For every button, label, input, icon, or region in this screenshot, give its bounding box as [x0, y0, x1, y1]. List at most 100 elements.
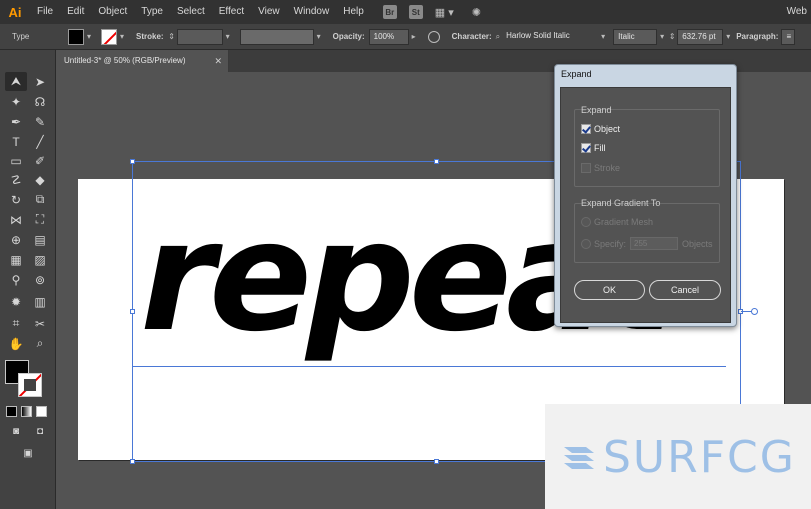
fill-checkbox[interactable]: Fill: [581, 143, 606, 153]
resize-handle[interactable]: [434, 459, 439, 464]
fill-swatch[interactable]: [68, 28, 84, 45]
bridge-button[interactable]: Br: [382, 5, 397, 19]
menu-effect[interactable]: Effect: [212, 0, 251, 24]
checkbox-checked-icon[interactable]: [581, 143, 591, 153]
cancel-button[interactable]: Cancel: [649, 280, 721, 300]
selection-type-label: Type: [12, 32, 30, 41]
font-family-field[interactable]: Harlow Solid Italic: [502, 28, 599, 45]
character-label[interactable]: Character:: [452, 32, 492, 41]
width-icon[interactable]: ⋈: [5, 210, 27, 229]
change-screen-mode-icon[interactable]: ▣: [17, 444, 39, 463]
column-graph-icon[interactable]: ▥: [29, 292, 51, 311]
resize-handle[interactable]: [130, 309, 135, 314]
gradient-icon[interactable]: ▨: [29, 250, 51, 269]
slice-icon[interactable]: ✂: [29, 314, 51, 333]
specify-radio[interactable]: Specify: 255 Objects: [581, 237, 713, 250]
type-handle[interactable]: [751, 308, 758, 315]
resize-handle[interactable]: [434, 159, 439, 164]
dialog-scrollbar[interactable]: [732, 87, 736, 323]
perspective-grid-icon[interactable]: ▤: [29, 230, 51, 249]
ok-button[interactable]: OK: [574, 280, 645, 300]
color-mode-icon[interactable]: [6, 406, 17, 417]
chevron-down-icon[interactable]: ▾: [726, 32, 730, 41]
type-tool-icon[interactable]: T: [5, 132, 27, 151]
grid-icon[interactable]: ▦ ▾: [435, 6, 454, 19]
object-checkbox[interactable]: Object: [581, 124, 620, 134]
resize-handle[interactable]: [130, 159, 135, 164]
search-icon[interactable]: ⌕: [496, 32, 500, 42]
shaper-icon[interactable]: ☡: [5, 170, 27, 189]
zoom-icon[interactable]: ⌕: [29, 334, 51, 353]
scale-icon[interactable]: ⧉: [29, 190, 51, 209]
mesh-icon[interactable]: ▦: [5, 250, 27, 269]
chevron-right-icon[interactable]: ▸: [412, 32, 416, 41]
stroke-color-box[interactable]: [18, 373, 42, 397]
blend-icon[interactable]: ⊚: [29, 270, 51, 289]
gpu-sync-icon[interactable]: ✺: [472, 6, 481, 19]
chevron-down-icon[interactable]: ▾: [226, 32, 230, 41]
opacity-field[interactable]: 100%: [368, 28, 409, 45]
menu-select[interactable]: Select: [170, 0, 212, 24]
none-mode-icon[interactable]: [36, 406, 47, 417]
gradient-mesh-radio[interactable]: Gradient Mesh: [581, 217, 653, 227]
menu-edit[interactable]: Edit: [60, 0, 91, 24]
control-bar: Type ▾ ▾ Stroke: ⇕ ▾ ▾ Opacity: 100% ▸ C…: [0, 24, 811, 50]
specify-objects-field[interactable]: 255: [630, 237, 679, 250]
checkbox-disabled-icon: [581, 163, 591, 173]
lasso-icon[interactable]: ☊: [29, 92, 51, 111]
free-transform-icon[interactable]: ⛶: [29, 210, 51, 229]
eyedropper-icon[interactable]: ⚲: [5, 270, 27, 289]
recolor-icon[interactable]: [427, 30, 440, 43]
font-style-field[interactable]: Italic: [613, 28, 658, 45]
pen-icon[interactable]: ✒: [5, 112, 27, 131]
paragraph-label[interactable]: Paragraph:: [736, 32, 778, 41]
gradient-mode-icon[interactable]: [21, 406, 32, 417]
opacity-label[interactable]: Opacity:: [333, 32, 365, 41]
magic-wand-icon[interactable]: ✦: [5, 92, 27, 111]
line-tool-icon[interactable]: ╱: [29, 132, 51, 151]
rotate-icon[interactable]: ↻: [5, 190, 27, 209]
selection-tool-icon[interactable]: ⮝: [5, 72, 27, 91]
rectangle-tool-icon[interactable]: ▭: [5, 151, 27, 170]
menu-type[interactable]: Type: [134, 0, 170, 24]
menu-object[interactable]: Object: [91, 0, 134, 24]
shape-builder-icon[interactable]: ⊕: [5, 230, 27, 249]
chevron-down-icon[interactable]: ▾: [87, 32, 91, 41]
hand-icon[interactable]: ✋: [5, 334, 27, 353]
checkbox-checked-icon[interactable]: [581, 124, 591, 134]
stroke-label[interactable]: Stroke:: [136, 32, 164, 41]
symbol-sprayer-icon[interactable]: ✹: [5, 292, 27, 311]
stroke-weight-stepper[interactable]: ⇕: [167, 29, 177, 45]
objects-label: Objects: [682, 238, 713, 249]
variable-width-profile[interactable]: [239, 28, 314, 45]
menu-file[interactable]: File: [30, 0, 60, 24]
font-size-stepper[interactable]: ⇕: [667, 29, 677, 45]
stock-button[interactable]: St: [408, 5, 423, 19]
align-left-icon[interactable]: ≡: [781, 28, 796, 45]
workspace-switcher[interactable]: Web: [787, 0, 807, 24]
stroke-weight-field[interactable]: [176, 28, 223, 45]
chevron-down-icon[interactable]: ▾: [660, 32, 664, 41]
chevron-down-icon[interactable]: ▾: [601, 32, 605, 41]
artboard-icon[interactable]: ⌗: [5, 314, 27, 333]
menu-view[interactable]: View: [251, 0, 287, 24]
close-icon[interactable]: ✕: [214, 50, 222, 72]
font-size-field[interactable]: 632.76 pt: [677, 28, 724, 45]
chevron-down-icon[interactable]: ▾: [120, 32, 124, 41]
gradient-group: [574, 203, 720, 263]
draw-normal-icon[interactable]: ◙: [5, 422, 27, 441]
stroke-checkbox[interactable]: Stroke: [581, 163, 620, 173]
menu-help[interactable]: Help: [336, 0, 371, 24]
dialog-title: Expand: [561, 69, 592, 79]
tools-panel: ⮝ ➤ ✦ ☊ ✒ ✎ T ╱ ▭ ✐ ☡ ◆ ↻ ⧉ ⋈ ⛶ ⊕ ▤ ▦ ▨ …: [0, 50, 56, 509]
chevron-down-icon[interactable]: ▾: [317, 32, 321, 41]
eraser-icon[interactable]: ◆: [29, 170, 51, 189]
menu-window[interactable]: Window: [287, 0, 337, 24]
document-tab[interactable]: Untitled-3* @ 50% (RGB/Preview) ✕: [56, 50, 229, 72]
screen-mode-icon[interactable]: ◘: [29, 422, 51, 441]
stroke-swatch[interactable]: [101, 28, 118, 45]
curvature-icon[interactable]: ✎: [29, 112, 51, 131]
paintbrush-icon[interactable]: ✐: [29, 151, 51, 170]
direct-selection-tool-icon[interactable]: ➤: [29, 72, 51, 91]
resize-handle[interactable]: [130, 459, 135, 464]
